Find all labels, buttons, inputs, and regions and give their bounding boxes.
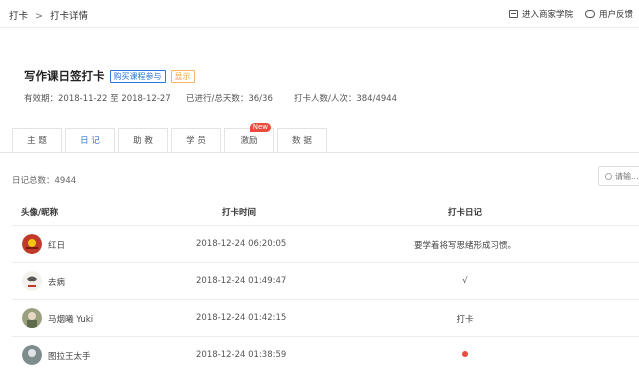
academy-label: 进入商家学院	[521, 10, 573, 20]
days-progress: 已进行/总天数：36/36	[186, 94, 273, 104]
feedback-label: 用户反馈	[598, 10, 633, 20]
header-time: 打卡时间	[222, 208, 257, 218]
search-icon	[605, 172, 612, 180]
title-text: 写作课日签打卡	[24, 69, 105, 83]
top-links: 进入商家学院 用户反馈	[508, 8, 633, 20]
pin-icon	[462, 351, 468, 357]
tab-incentive[interactable]: 激励 New	[224, 123, 274, 152]
table-row: 马烟曦 Yuki 2018-12-24 01:42:15 打卡	[12, 300, 639, 337]
page-title: 写作课日签打卡 购买课程参与 显示	[24, 68, 195, 84]
checkin-time: 2018-12-24 01:42:15	[196, 313, 287, 323]
tab-topic[interactable]: 主 题	[12, 128, 62, 152]
user-nickname: 马烟曦 Yuki	[48, 315, 94, 325]
checkin-time: 2018-12-24 01:49:47	[196, 276, 287, 286]
table-header: 头像/昵称 打卡时间 打卡日记	[12, 196, 639, 226]
breadcrumb-current: 打卡详情	[50, 11, 89, 22]
checkin-time: 2018-12-24 06:20:05	[196, 239, 287, 249]
tab-data[interactable]: 数 据	[277, 128, 327, 152]
user-nickname: 红日	[48, 241, 66, 251]
user-nickname: 去病	[48, 278, 66, 288]
table-row: 去病 2018-12-24 01:49:47 √	[12, 263, 639, 300]
checkin-count: 打卡人数/人次：384/4944	[294, 94, 398, 104]
breadcrumb-separator: >	[35, 11, 44, 22]
tab-diary[interactable]: 日 记	[65, 128, 115, 152]
buy-course-tag: 购买课程参与	[109, 69, 166, 83]
top-bar: 打卡 > 打卡详情 进入商家学院 用户反馈	[0, 0, 639, 28]
header-diary: 打卡日记	[448, 208, 483, 218]
breadcrumb-root[interactable]: 打卡	[9, 11, 28, 22]
diary-content: 打卡	[456, 315, 474, 325]
avatar[interactable]	[22, 234, 42, 254]
validity-period: 有效期：2018-11-22 至 2018-12-27	[24, 94, 171, 104]
user-nickname: 图拉王太手	[48, 352, 91, 362]
diary-content: √	[462, 276, 468, 286]
diary-table: 头像/昵称 打卡时间 打卡日记 红日 2018-12-24 06:20:05 要…	[12, 196, 639, 373]
diary-total: 日记总数：4944	[12, 176, 77, 186]
avatar[interactable]	[22, 345, 42, 365]
feedback-link[interactable]: 用户反馈	[584, 8, 633, 20]
breadcrumb: 打卡 > 打卡详情	[9, 8, 92, 22]
new-badge: New	[249, 123, 271, 132]
diary-content	[372, 350, 558, 360]
tabs-divider	[0, 152, 639, 153]
avatar[interactable]	[22, 271, 42, 291]
table-row: 图拉王太手 2018-12-24 01:38:59	[12, 337, 639, 373]
academy-link[interactable]: 进入商家学院	[508, 8, 573, 20]
header-user: 头像/昵称	[21, 208, 59, 218]
tab-bar: 主 题 日 记 助 教 学 员 激励 New 数 据	[12, 123, 327, 152]
search-box[interactable]	[598, 166, 639, 186]
table-row: 红日 2018-12-24 06:20:05 要学着将写思绪形成习惯。	[12, 226, 639, 263]
checkin-time: 2018-12-24 01:38:59	[196, 350, 287, 360]
show-status-tag: 显示	[170, 69, 195, 83]
search-input[interactable]	[615, 171, 639, 181]
diary-content: 要学着将写思绪形成习惯。	[413, 241, 516, 251]
chat-icon	[584, 10, 595, 18]
tab-assistant[interactable]: 助 教	[118, 128, 168, 152]
academy-icon	[508, 10, 518, 18]
tab-students[interactable]: 学 员	[171, 128, 221, 152]
avatar[interactable]	[22, 308, 42, 328]
